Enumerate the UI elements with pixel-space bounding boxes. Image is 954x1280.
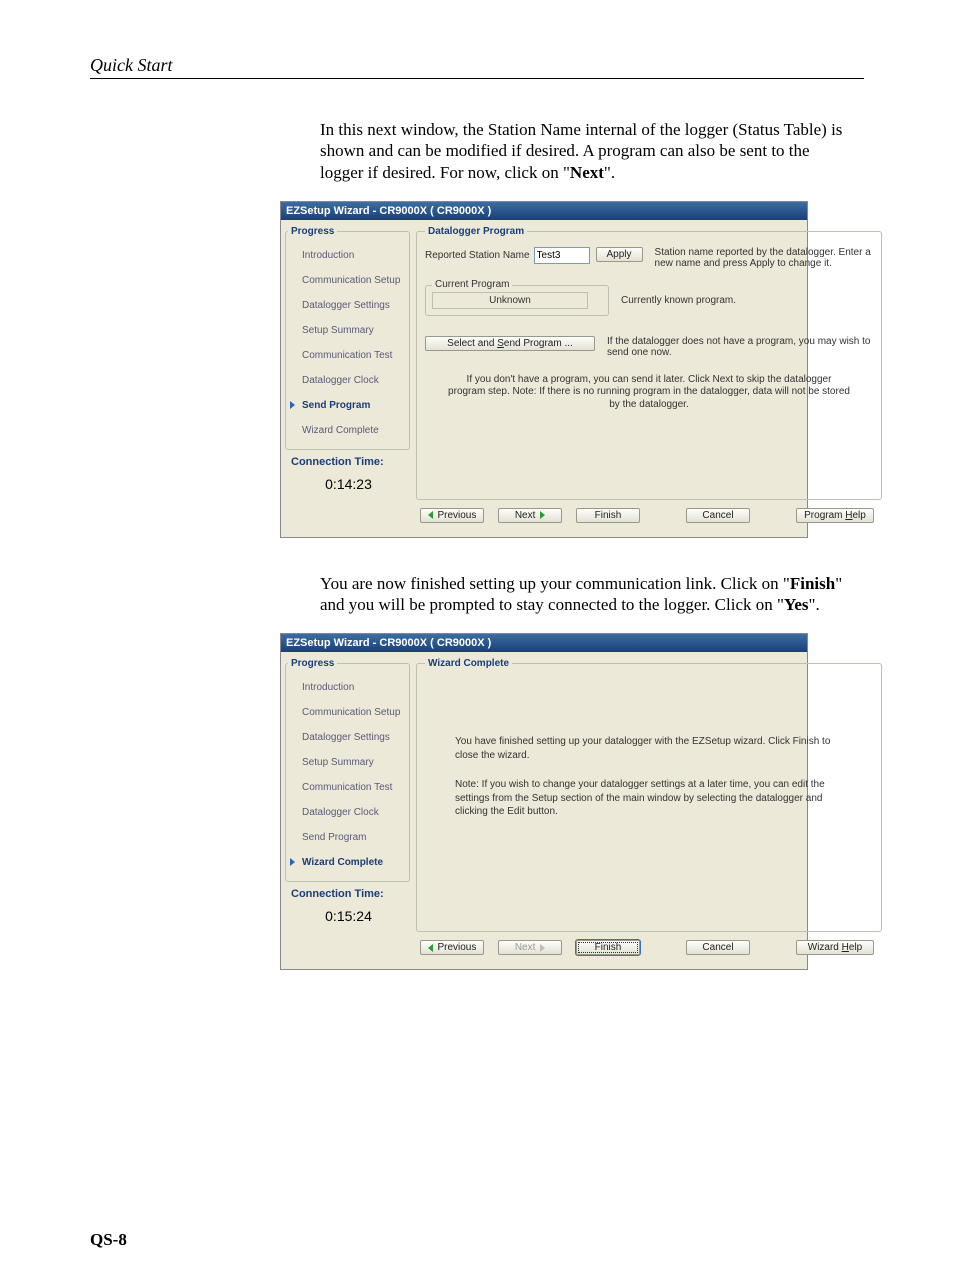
previous-button-2[interactable]: Previous (420, 940, 484, 955)
triangle-right-icon (540, 511, 545, 519)
previous-button[interactable]: Previous (420, 508, 484, 523)
triangle-left-icon (428, 511, 433, 519)
progress-group-2: Progress Introduction Communication Setu… (285, 658, 410, 882)
previous-label-2: Previous (437, 942, 476, 953)
p2-b1: Finish (790, 574, 835, 593)
page-header: Quick Start (90, 55, 864, 79)
progress-label: Progress (288, 226, 337, 237)
select-send-program-button[interactable]: Select and Send Program ... (425, 336, 595, 351)
help2-u: H (842, 942, 849, 953)
p2-t3: ". (809, 595, 820, 614)
datalogger-program-group: Datalogger Program Reported Station Name… (416, 226, 882, 500)
step-datalogger-settings[interactable]: Datalogger Settings (288, 293, 407, 318)
step-wizard-complete[interactable]: Wizard Complete (288, 418, 407, 443)
step-communication-setup[interactable]: Communication Setup (288, 268, 407, 293)
complete-line-2: Note: If you wish to change your datalog… (455, 778, 853, 819)
program-help-button[interactable]: Program Help (796, 508, 874, 523)
finish-button-2[interactable]: Finish (576, 940, 640, 955)
step-datalogger-clock-2[interactable]: Datalogger Clock (288, 800, 407, 825)
window-title-2: EZSetup Wizard - CR9000X ( CR9000X ) (281, 634, 807, 652)
step-introduction[interactable]: Introduction (288, 243, 407, 268)
step-setup-summary[interactable]: Setup Summary (288, 318, 407, 343)
previous-label: Previous (437, 510, 476, 521)
select-send-suffix: end Program ... (504, 338, 573, 349)
step-communication-test[interactable]: Communication Test (288, 343, 407, 368)
current-program-label: Current Program (432, 279, 512, 290)
help-prefix: Program (804, 510, 845, 521)
p1-t2: ". (604, 163, 615, 182)
station-name-help: Station name reported by the datalogger.… (649, 247, 873, 269)
step-datalogger-settings-2[interactable]: Datalogger Settings (288, 725, 407, 750)
current-program-value: Unknown (432, 292, 588, 309)
button-bar-2: Previous Next Finish Cancel Wizard Help (416, 932, 882, 963)
station-name-input[interactable] (534, 247, 590, 264)
step-communication-setup-2[interactable]: Communication Setup (288, 700, 407, 725)
next-button-2: Next (498, 940, 562, 955)
cancel-button-2[interactable]: Cancel (686, 940, 750, 955)
step-datalogger-clock[interactable]: Datalogger Clock (288, 368, 407, 393)
select-send-u: S (497, 338, 504, 349)
wizard-help-button[interactable]: Wizard Help (796, 940, 874, 955)
connection-time-label: Connection Time: (285, 450, 410, 470)
finish-button[interactable]: Finish (576, 508, 640, 523)
step-send-program-2[interactable]: Send Program (288, 825, 407, 850)
next-label: Next (515, 510, 536, 521)
complete-line-1: You have finished setting up your datalo… (455, 735, 853, 762)
help2-suffix: elp (849, 942, 862, 953)
window-title: EZSetup Wizard - CR9000X ( CR9000X ) (281, 202, 807, 220)
next-button[interactable]: Next (498, 508, 562, 523)
page-footer: QS-8 (90, 1230, 864, 1250)
wizard-send-program: EZSetup Wizard - CR9000X ( CR9000X ) Pro… (280, 201, 808, 538)
send-program-note: If you don't have a program, you can sen… (447, 374, 851, 412)
step-communication-test-2[interactable]: Communication Test (288, 775, 407, 800)
progress-group: Progress Introduction Communication Setu… (285, 226, 410, 450)
step-introduction-2[interactable]: Introduction (288, 675, 407, 700)
help-u: H (845, 510, 852, 521)
next-label-2: Next (515, 942, 536, 953)
progress-label-2: Progress (288, 658, 337, 669)
apply-button[interactable]: Apply (596, 247, 643, 262)
panel-title: Datalogger Program (425, 226, 527, 237)
panel-title-2: Wizard Complete (425, 658, 512, 669)
help-suffix: elp (853, 510, 866, 521)
wizard-complete-group: Wizard Complete You have finished settin… (416, 658, 882, 932)
button-bar: Previous Next Finish Cancel Program Help (416, 500, 882, 531)
paragraph-2: You are now finished setting up your com… (320, 573, 854, 616)
wizard-complete: EZSetup Wizard - CR9000X ( CR9000X ) Pro… (280, 633, 808, 970)
p2-t1: You are now finished setting up your com… (320, 574, 790, 593)
triangle-right-icon-2 (540, 944, 545, 952)
p1-b1: Next (570, 163, 604, 182)
current-program-group: Current Program Unknown (425, 285, 609, 316)
connection-time-label-2: Connection Time: (285, 882, 410, 902)
send-program-help: If the datalogger does not have a progra… (601, 336, 873, 358)
step-send-program[interactable]: Send Program (288, 393, 407, 418)
triangle-left-icon-2 (428, 944, 433, 952)
paragraph-1: In this next window, the Station Name in… (320, 119, 854, 183)
connection-time-value-2: 0:15:24 (285, 902, 410, 926)
cancel-button[interactable]: Cancel (686, 508, 750, 523)
current-program-help: Currently known program. (615, 285, 873, 306)
connection-time-value: 0:14:23 (285, 470, 410, 494)
p2-b2: Yes (784, 595, 809, 614)
step-setup-summary-2[interactable]: Setup Summary (288, 750, 407, 775)
help2-prefix: Wizard (808, 942, 842, 953)
select-send-prefix: Select and (447, 338, 497, 349)
station-name-label: Reported Station Name (425, 250, 530, 261)
step-wizard-complete-2[interactable]: Wizard Complete (288, 850, 407, 875)
